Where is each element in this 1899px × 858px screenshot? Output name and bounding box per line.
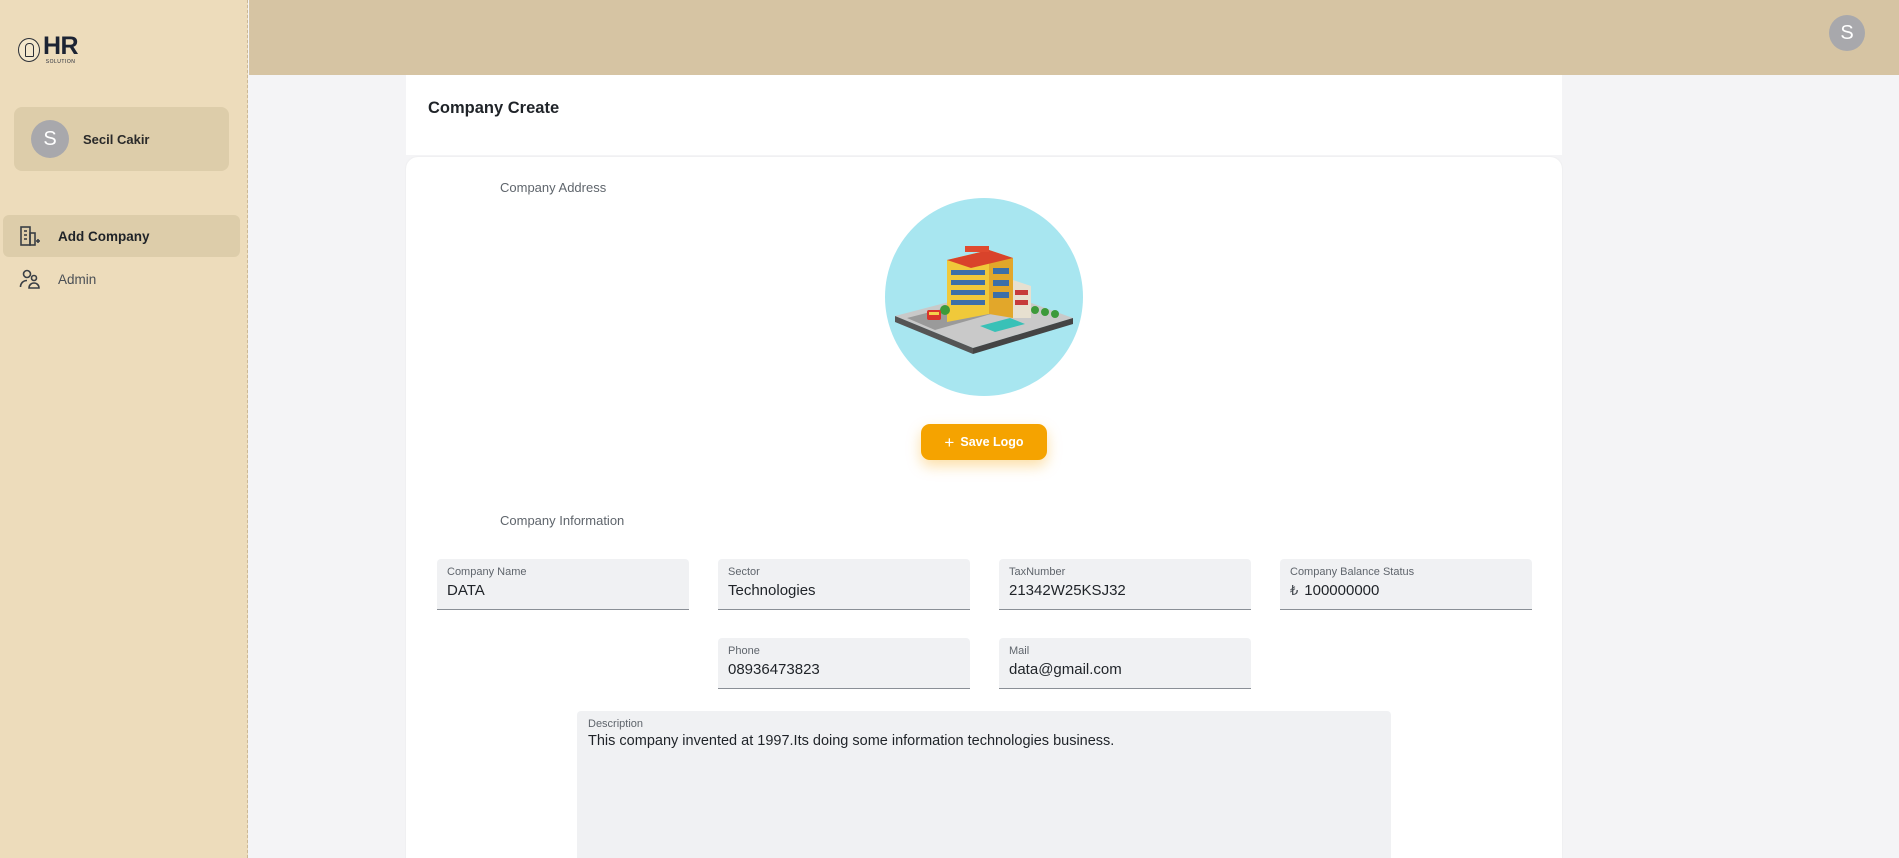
- plus-icon: +: [944, 432, 955, 452]
- phone-field[interactable]: Phone 08936473823: [718, 638, 970, 689]
- sector-input[interactable]: Technologies: [728, 582, 960, 599]
- page-header: Company Create: [406, 75, 1562, 155]
- sector-field[interactable]: Sector Technologies: [718, 559, 970, 610]
- mail-field[interactable]: Mail data@gmail.com: [999, 638, 1251, 689]
- logo-text: HR: [43, 32, 79, 60]
- field-label: Mail: [1009, 645, 1030, 657]
- user-card: S Secil Cakir: [14, 107, 229, 171]
- tax-number-input[interactable]: 21342W25KSJ32: [1009, 582, 1241, 599]
- company-logo-preview[interactable]: [885, 198, 1083, 396]
- currency-symbol: ₺: [1290, 582, 1299, 598]
- description-field[interactable]: Description This company invented at 199…: [577, 711, 1391, 858]
- sidebar: HR SOLUTION S Secil Cakir Add Company Ad…: [0, 0, 248, 858]
- page-title: Company Create: [428, 99, 560, 117]
- profile-avatar-button[interactable]: S: [1829, 15, 1865, 51]
- field-label: Phone: [728, 645, 760, 657]
- logo-subtext: SOLUTION: [45, 59, 76, 65]
- phone-input[interactable]: 08936473823: [728, 661, 960, 678]
- company-information-label: Company Information: [500, 513, 625, 528]
- field-label: Company Balance Status: [1290, 566, 1415, 578]
- main-content: Company Create Company Address + Save Lo…: [406, 75, 1562, 858]
- save-logo-button[interactable]: + Save Logo: [921, 424, 1047, 460]
- building-add-icon: [18, 225, 42, 247]
- brand-logo[interactable]: HR SOLUTION: [18, 32, 79, 65]
- admin-users-icon: [18, 268, 42, 290]
- user-name: Secil Cakir: [83, 131, 150, 147]
- sidebar-item-label: Add Company: [58, 228, 150, 244]
- company-address-label: Company Address: [500, 180, 607, 195]
- avatar: S: [31, 120, 69, 158]
- balance-field[interactable]: Company Balance Status ₺ 100000000: [1280, 559, 1532, 610]
- tax-number-field[interactable]: TaxNumber 21342W25KSJ32: [999, 559, 1251, 610]
- field-label: Description: [588, 718, 644, 730]
- mail-input[interactable]: data@gmail.com: [1009, 661, 1241, 678]
- sidebar-nav: Add Company Admin: [3, 215, 240, 301]
- field-label: Company Name: [447, 566, 527, 578]
- logo-emblem-icon: [18, 37, 40, 62]
- top-bar: S: [249, 0, 1899, 75]
- sidebar-item-add-company[interactable]: Add Company: [3, 215, 240, 257]
- sidebar-item-admin[interactable]: Admin: [3, 258, 240, 300]
- field-label: TaxNumber: [1009, 566, 1066, 578]
- building-illustration-icon: [895, 246, 1073, 354]
- company-name-input[interactable]: DATA: [447, 582, 679, 599]
- field-label: Sector: [728, 566, 760, 578]
- sidebar-item-label: Admin: [58, 271, 97, 287]
- balance-input[interactable]: 100000000: [1304, 582, 1379, 599]
- company-name-field[interactable]: Company Name DATA: [437, 559, 689, 610]
- description-textarea[interactable]: This company invented at 1997.Its doing …: [588, 733, 1380, 749]
- save-logo-label: Save Logo: [960, 435, 1024, 449]
